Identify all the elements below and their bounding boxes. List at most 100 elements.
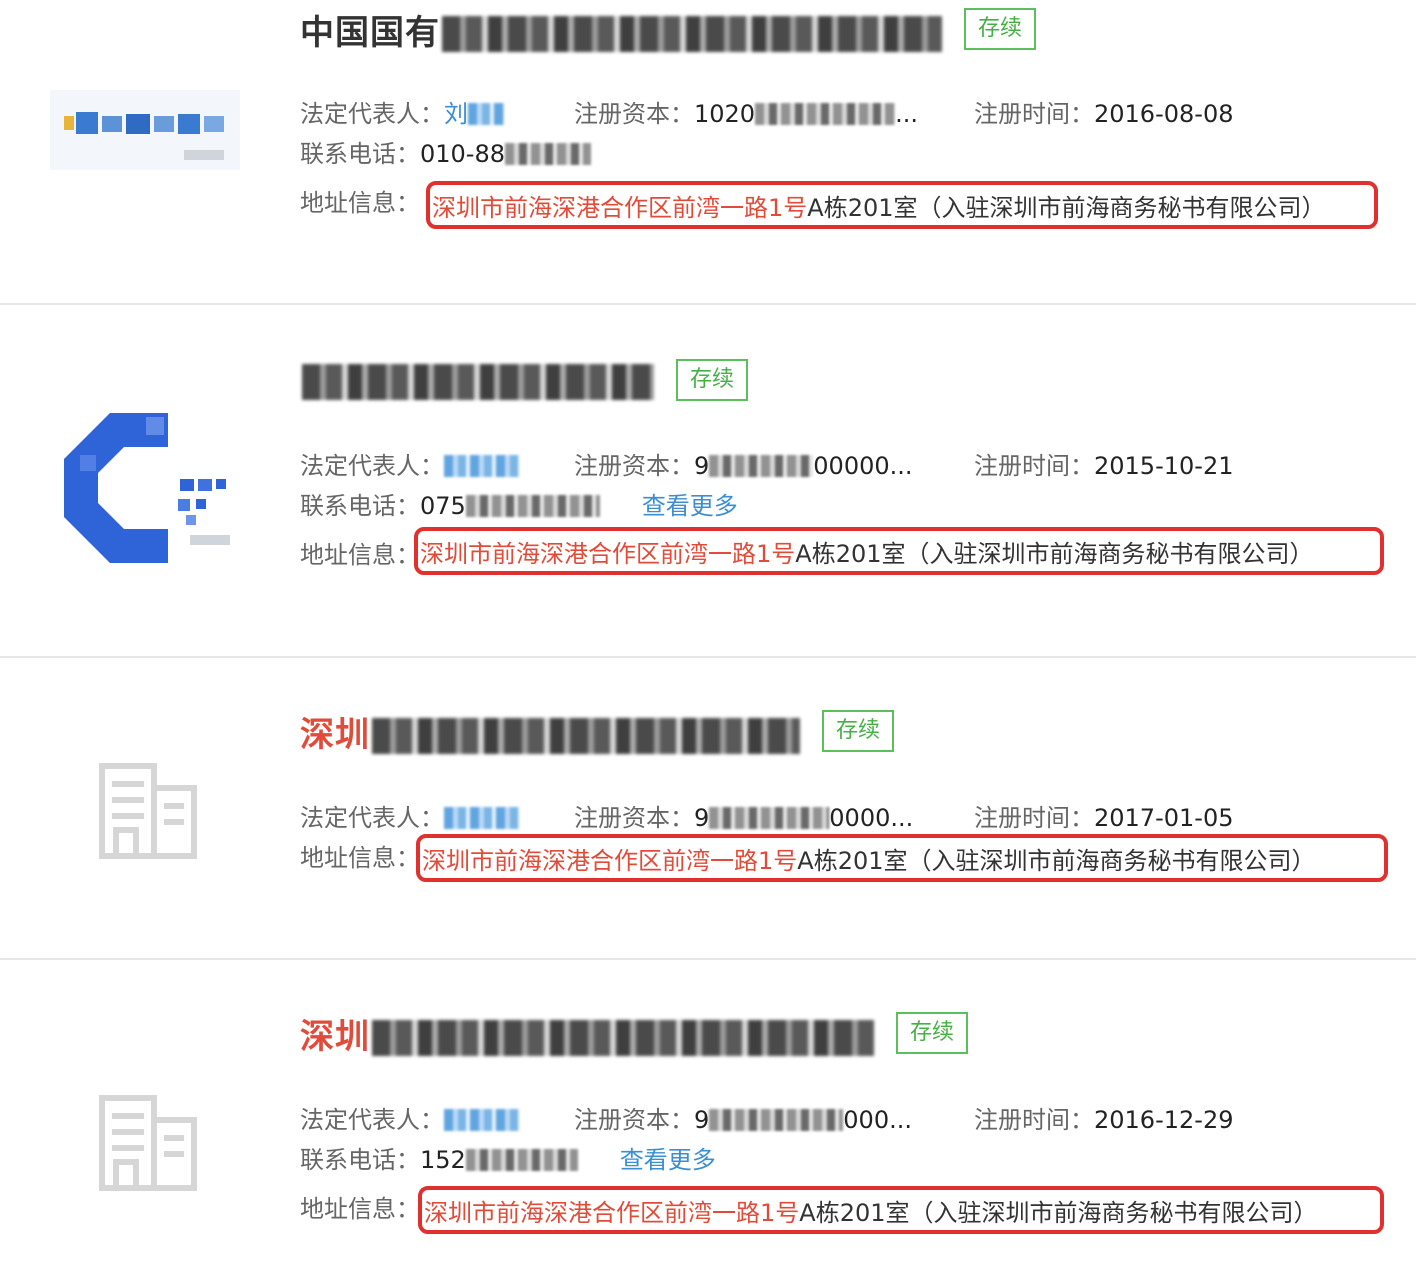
address-label: 地址信息： <box>300 1195 420 1223</box>
redacted-phone <box>465 1149 578 1171</box>
capital-label: 注册资本： <box>574 804 694 832</box>
redacted-name <box>372 718 800 754</box>
address-label: 地址信息： <box>300 541 420 569</box>
legal-rep-label: 法定代表人： <box>300 804 444 832</box>
address-label-row: 地址信息： <box>300 1192 420 1226</box>
company-logo <box>50 60 240 250</box>
building-placeholder-icon <box>50 1050 240 1240</box>
address-part-dark: A栋201室（入驻深圳市前海商务秘书有限公司） <box>797 846 1316 875</box>
capital-ellipsis: ... <box>895 100 918 128</box>
reg-date-label: 注册时间： <box>974 452 1094 480</box>
legal-rep-field: 法定代表人： <box>300 449 520 483</box>
redacted-capital <box>709 455 814 477</box>
reg-date-value: 2016-12-29 <box>1094 1106 1234 1134</box>
company-name[interactable]: 中国国有 <box>300 5 942 54</box>
address-part-dark: A栋201室（入驻深圳市前海商务秘书有限公司） <box>795 539 1314 568</box>
phone-field: 联系电话： 075 查看更多 <box>300 489 738 523</box>
redacted-name <box>442 16 942 52</box>
capital-field: 注册资本： 9 00000... <box>574 449 913 483</box>
status-badge: 存续 <box>676 359 749 401</box>
redacted-name <box>302 363 654 400</box>
company-card[interactable]: 存续 法定代表人： 注册资本： 9 00000... 注册时间： 2015-10… <box>0 305 1416 656</box>
redacted-capital <box>755 103 896 125</box>
address-part-dark: A栋201室（入驻深圳市前海商务秘书有限公司） <box>799 1198 1318 1227</box>
reg-date-field: 注册时间： 2017-01-05 <box>974 801 1233 835</box>
capital-label: 注册资本： <box>574 452 694 480</box>
company-name-text: 深圳 <box>300 714 370 755</box>
status-badge: 存续 <box>896 1012 969 1054</box>
capital-label: 注册资本： <box>574 100 694 128</box>
redacted-legal-rep <box>444 1109 520 1131</box>
reg-date-value: 2015-10-21 <box>1094 452 1234 480</box>
capital-field: 注册资本： 9 000... <box>574 1103 912 1137</box>
legal-rep-field: 法定代表人： <box>300 1103 520 1137</box>
company-name-row: 存续 <box>300 355 749 405</box>
company-search-results: 中国国有 存续 法定代表人： 刘 注册资本： 1020 ... 注册时间： 20… <box>0 0 1416 1276</box>
redacted-capital <box>709 807 830 829</box>
company-name-row: 深圳 存续 <box>300 706 895 756</box>
company-logo <box>50 395 240 585</box>
legal-rep-label: 法定代表人： <box>300 100 444 128</box>
legal-rep-label: 法定代表人： <box>300 1106 444 1134</box>
capital-value: 9 <box>694 452 710 480</box>
capital-ellipsis: 000... <box>843 1106 912 1134</box>
building-placeholder-icon <box>50 718 240 908</box>
address-part-red: 深圳市前海深港合作区前湾一路1号 <box>432 193 808 222</box>
redacted-phone <box>505 143 592 165</box>
address-highlight-box: 深圳市前海深港合作区前湾一路1号 A栋201室（入驻深圳市前海商务秘书有限公司） <box>418 1186 1384 1234</box>
reg-date-label: 注册时间： <box>974 804 1094 832</box>
capital-field: 注册资本： 9 0000... <box>574 801 913 835</box>
status-badge: 存续 <box>822 710 895 752</box>
legal-rep-label: 法定代表人： <box>300 452 444 480</box>
company-name[interactable] <box>300 360 654 400</box>
reg-date-label: 注册时间： <box>974 1106 1094 1134</box>
legal-rep-link[interactable]: 刘 <box>444 97 468 131</box>
address-part-red: 深圳市前海深港合作区前湾一路1号 <box>424 1198 800 1227</box>
company-name[interactable]: 深圳 <box>300 1009 874 1058</box>
address-label-row: 地址信息： <box>300 186 420 220</box>
company-card[interactable]: 深圳 存续 法定代表人： 注册资本： 9 0000... 注册时间： 2017-… <box>0 658 1416 958</box>
phone-field: 联系电话： 152 查看更多 <box>300 1143 716 1177</box>
redacted-legal-rep <box>444 807 520 829</box>
company-card[interactable]: 中国国有 存续 法定代表人： 刘 注册资本： 1020 ... 注册时间： 20… <box>0 0 1416 304</box>
legal-rep-field: 法定代表人： <box>300 801 520 835</box>
phone-label: 联系电话： <box>300 492 420 520</box>
address-highlight-box: 深圳市前海深港合作区前湾一路1号 A栋201室（入驻深圳市前海商务秘书有限公司） <box>414 527 1384 575</box>
phone-label: 联系电话： <box>300 140 420 168</box>
company-name[interactable]: 深圳 <box>300 707 800 756</box>
company-name-row: 中国国有 存续 <box>300 4 1037 54</box>
status-badge: 存续 <box>964 8 1037 50</box>
redacted-legal-rep <box>444 455 520 477</box>
address-label-row: 地址信息： <box>300 538 420 572</box>
capital-label: 注册资本： <box>574 1106 694 1134</box>
address-part-red: 深圳市前海深港合作区前湾一路1号 <box>420 539 796 568</box>
address-label-row: 地址信息： <box>300 841 420 875</box>
reg-date-field: 注册时间： 2015-10-21 <box>974 449 1233 483</box>
view-more-link[interactable]: 查看更多 <box>620 1143 716 1177</box>
phone-label: 联系电话： <box>300 1146 420 1174</box>
company-name-text: 中国国有 <box>300 12 440 53</box>
capital-ellipsis: 0000... <box>829 804 914 832</box>
address-highlight-box: 深圳市前海深港合作区前湾一路1号 A栋201室（入驻深圳市前海商务秘书有限公司） <box>416 834 1388 882</box>
reg-date-value: 2016-08-08 <box>1094 100 1234 128</box>
company-card[interactable]: 深圳 存续 法定代表人： 注册资本： 9 000... 注册时间： 2016-1… <box>0 960 1416 1276</box>
address-highlight-box: 深圳市前海深港合作区前湾一路1号 A栋201室（入驻深圳市前海商务秘书有限公司） <box>426 181 1378 229</box>
address-part-dark: A栋201室（入驻深圳市前海商务秘书有限公司） <box>807 193 1326 222</box>
redacted-phone <box>465 495 600 517</box>
reg-date-label: 注册时间： <box>974 100 1094 128</box>
capital-value: 9 <box>694 1106 710 1134</box>
phone-field: 联系电话： 010-88 <box>300 137 592 171</box>
capital-value: 9 <box>694 804 710 832</box>
legal-rep-field: 法定代表人： 刘 <box>300 97 504 131</box>
address-part-red: 深圳市前海深港合作区前湾一路1号 <box>422 846 798 875</box>
capital-value: 1020 <box>694 100 756 128</box>
redacted-capital <box>709 1109 844 1131</box>
phone-value: 152 <box>420 1146 466 1174</box>
address-label: 地址信息： <box>300 189 420 217</box>
capital-field: 注册资本： 1020 ... <box>574 97 918 131</box>
redacted-name <box>372 1020 874 1056</box>
capital-ellipsis: 00000... <box>813 452 913 480</box>
view-more-link[interactable]: 查看更多 <box>642 489 738 523</box>
phone-value: 010-88 <box>420 140 506 168</box>
reg-date-field: 注册时间： 2016-12-29 <box>974 1103 1233 1137</box>
